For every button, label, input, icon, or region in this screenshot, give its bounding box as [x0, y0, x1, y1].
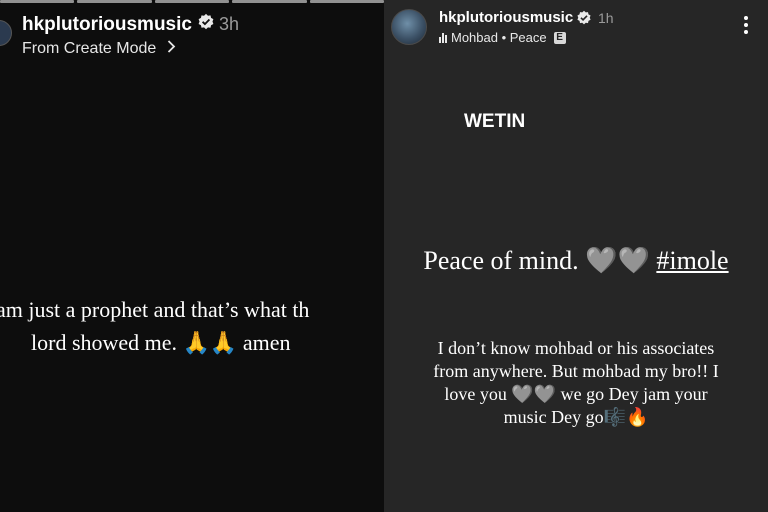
- peace-text: Peace of mind. 🩶🩶: [423, 246, 657, 275]
- story-progress-bar: [0, 0, 384, 3]
- verified-badge-icon: [197, 13, 215, 37]
- username[interactable]: hkplutoriousmusic: [22, 13, 215, 37]
- create-mode-link[interactable]: From Create Mode: [22, 40, 176, 58]
- story-heading: WETIN: [464, 111, 526, 132]
- message-line: from anywhere. But mohbad my bro!! I: [433, 361, 719, 381]
- story-caption-line: am just a prophet and that’s what th: [0, 297, 310, 322]
- verified-badge-icon: [576, 10, 592, 30]
- story-caption-line: lord showed me. 🙏🙏 amen: [31, 330, 291, 355]
- avatar[interactable]: [0, 20, 12, 46]
- peace-line: Peace of mind. 🩶🩶 #imole: [384, 246, 768, 276]
- music-sticker[interactable]: Mohbad • Peace E: [439, 30, 566, 45]
- progress-segment: [232, 0, 307, 3]
- story-message: I don’t know mohbad or his associates fr…: [384, 337, 768, 429]
- message-line: I don’t know mohbad or his associates: [437, 338, 715, 358]
- message-line: love you 🩶🩶 we go Dey jam your: [444, 384, 708, 404]
- progress-segment: [309, 0, 384, 3]
- left-story-panel[interactable]: hkplutoriousmusic 3h From Create Mode am…: [0, 0, 384, 512]
- username[interactable]: hkplutoriousmusic: [439, 9, 573, 26]
- music-bars-icon: [439, 32, 447, 43]
- music-label: Mohbad • Peace: [451, 30, 547, 45]
- hashtag-link[interactable]: #imole: [656, 246, 728, 275]
- subtitle-text: From Create Mode: [22, 40, 157, 57]
- post-time: 3h: [219, 14, 240, 34]
- chevron-right-icon: [167, 40, 176, 58]
- progress-segment: [154, 0, 230, 3]
- progress-segment: [77, 0, 152, 3]
- message-line: music Dey go🎼🔥: [503, 407, 649, 427]
- post-time: 1h: [598, 10, 614, 26]
- explicit-badge: E: [553, 31, 566, 44]
- right-story-panel[interactable]: hkplutoriousmusic 1h Mohbad • Peace E WE…: [384, 0, 768, 512]
- more-vertical-icon[interactable]: [744, 16, 748, 38]
- username-text[interactable]: hkplutoriousmusic: [22, 14, 192, 35]
- progress-segment: [0, 0, 75, 3]
- avatar[interactable]: [391, 9, 427, 45]
